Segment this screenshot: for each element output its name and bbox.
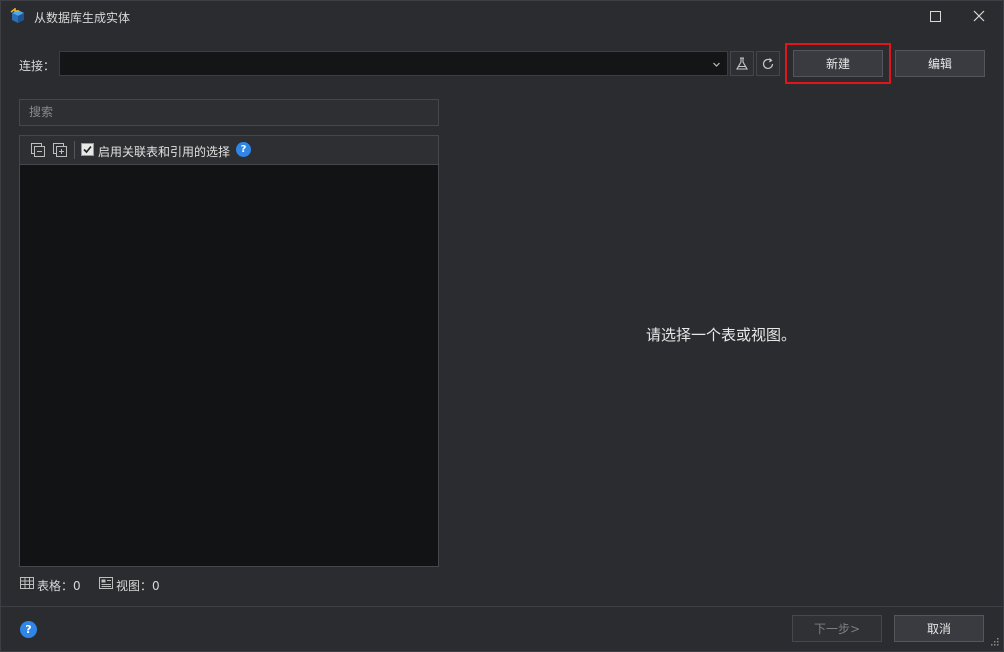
- footer-divider: [1, 606, 1003, 607]
- next-button[interactable]: 下一步>: [792, 615, 882, 642]
- enable-related-label: 启用关联表和引用的选择: [98, 145, 231, 159]
- refresh-button[interactable]: [756, 51, 780, 76]
- window-title: 从数据库生成实体: [34, 11, 131, 25]
- view-icon: [99, 577, 113, 592]
- flask-icon: [736, 56, 748, 70]
- title-bar: 从数据库生成实体: [1, 1, 1003, 31]
- dialog-window: 从数据库生成实体 连接： 新建 编辑 搜索 启用关联表和引用的选择 ? 表格：0…: [0, 0, 1004, 652]
- maximize-icon: [929, 10, 941, 22]
- maximize-button[interactable]: [913, 1, 957, 31]
- edit-connection-button[interactable]: 编辑: [895, 50, 985, 77]
- help-icon[interactable]: ?: [236, 142, 251, 157]
- new-connection-button[interactable]: 新建: [793, 50, 883, 77]
- close-icon: [973, 10, 985, 22]
- entity-cube-icon: [10, 7, 26, 24]
- expand-all-icon[interactable]: [52, 142, 68, 158]
- tables-count: 表格：0: [37, 579, 81, 593]
- tree-toolbar: 启用关联表和引用的选择 ?: [20, 136, 438, 165]
- toolbar-divider: [74, 141, 75, 159]
- check-icon: [83, 145, 92, 154]
- help-button-icon[interactable]: ?: [20, 621, 37, 638]
- collapse-all-icon[interactable]: [30, 142, 46, 158]
- resize-grip-icon[interactable]: [989, 637, 999, 651]
- test-connection-button[interactable]: [730, 51, 754, 76]
- cancel-button[interactable]: 取消: [894, 615, 984, 642]
- table-tree-panel[interactable]: 启用关联表和引用的选择 ?: [19, 135, 439, 567]
- empty-state-message: 请选择一个表或视图。: [645, 326, 796, 344]
- connection-label: 连接：: [19, 59, 56, 73]
- enable-related-checkbox[interactable]: [81, 143, 94, 156]
- close-button[interactable]: [957, 1, 1001, 31]
- search-input[interactable]: 搜索: [19, 99, 439, 126]
- table-icon: [20, 577, 34, 592]
- chevron-down-icon: [712, 58, 721, 72]
- views-count: 视图：0: [116, 579, 160, 593]
- refresh-icon: [762, 57, 774, 69]
- connection-select[interactable]: [59, 51, 728, 76]
